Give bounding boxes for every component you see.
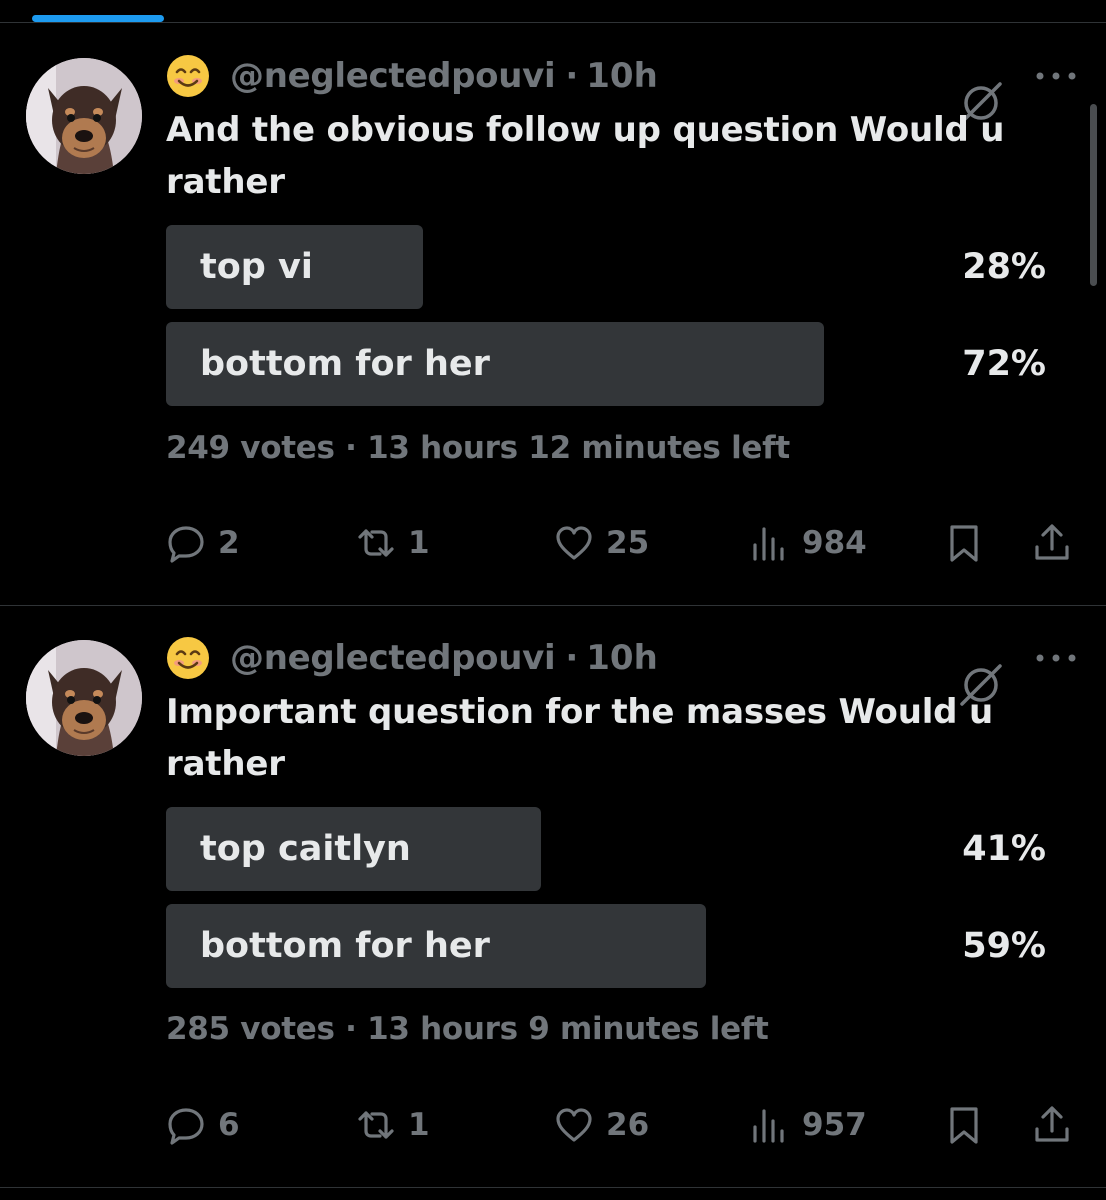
poll-option-percent: 41% — [962, 829, 1046, 869]
like-count: 25 — [606, 525, 650, 561]
smiling-face-emoji — [167, 55, 209, 97]
reply-count: 2 — [218, 525, 240, 561]
retweet-count: 1 — [408, 1107, 430, 1143]
reply-count: 6 — [218, 1107, 240, 1143]
like-icon — [556, 526, 592, 560]
header-divider — [0, 22, 1106, 23]
timestamp[interactable]: 10h — [586, 56, 658, 96]
poll-option[interactable]: bottom for her 72% — [166, 322, 1046, 406]
tweet[interactable]: @neglectedpouvi · 10h Important question… — [0, 606, 1106, 1188]
like-count: 26 — [606, 1107, 650, 1143]
bookmark-button[interactable] — [944, 1103, 984, 1147]
poll-option-percent: 72% — [962, 344, 1046, 384]
poll-option-label: top vi — [200, 247, 313, 287]
views-button[interactable]: 984 — [750, 521, 867, 565]
poll-option-label: top caitlyn — [200, 829, 411, 869]
bookmark-button[interactable] — [944, 521, 984, 565]
share-icon — [1035, 524, 1069, 560]
share-icon — [1035, 1106, 1069, 1142]
retweet-icon — [358, 1111, 394, 1139]
username-handle[interactable]: @neglectedpouvi — [230, 638, 556, 678]
tweet-divider — [0, 1187, 1106, 1188]
views-icon — [753, 527, 784, 561]
retweet-button[interactable]: 1 — [356, 1103, 430, 1147]
poll-option-percent: 59% — [962, 926, 1046, 966]
poll-time-left: 13 hours 9 minutes left — [367, 1011, 769, 1047]
reply-button[interactable]: 2 — [166, 521, 240, 565]
username-handle[interactable]: @neglectedpouvi — [230, 56, 556, 96]
poll-meta: 285 votes · 13 hours 9 minutes left — [166, 1011, 769, 1047]
separator-dot: · — [565, 56, 579, 96]
separator-dot: · — [565, 638, 579, 678]
share-button[interactable] — [1032, 1103, 1072, 1147]
retweet-icon — [358, 529, 394, 557]
poll-meta: 249 votes · 13 hours 12 minutes left — [166, 430, 790, 466]
tweet-text: Important question for the masses Would … — [166, 692, 993, 784]
tweet[interactable]: @neglectedpouvi · 10h And the obvious fo… — [0, 24, 1106, 606]
retweet-button[interactable]: 1 — [356, 521, 430, 565]
like-button[interactable]: 25 — [554, 521, 649, 565]
reply-icon — [168, 1108, 204, 1145]
poll-option-label: bottom for her — [200, 926, 490, 966]
views-button[interactable]: 957 — [750, 1103, 867, 1147]
poll-option[interactable]: bottom for her 59% — [166, 904, 1046, 988]
tweet-header: @neglectedpouvi · 10h — [166, 52, 658, 100]
views-icon — [753, 1109, 784, 1143]
tweet-header: @neglectedpouvi · 10h — [166, 634, 658, 682]
views-count: 984 — [802, 525, 867, 561]
poll-vote-count: 285 votes — [166, 1011, 335, 1047]
separator-dot: · — [345, 1011, 357, 1047]
avatar[interactable] — [26, 640, 142, 756]
reply-icon — [168, 526, 204, 563]
share-button[interactable] — [1032, 521, 1072, 565]
bookmark-icon — [950, 1107, 978, 1144]
views-count: 957 — [802, 1107, 867, 1143]
like-button[interactable]: 26 — [554, 1103, 649, 1147]
tweet-text: And the obvious follow up question Would… — [166, 110, 1005, 202]
poll-option-label: bottom for her — [200, 344, 490, 384]
bookmark-icon — [950, 525, 978, 562]
poll-vote-count: 249 votes — [166, 430, 335, 466]
avatar[interactable] — [26, 58, 142, 174]
poll-option[interactable]: top vi 28% — [166, 225, 1046, 309]
smiling-face-emoji — [167, 637, 209, 679]
retweet-count: 1 — [408, 525, 430, 561]
active-tab-indicator — [32, 15, 164, 22]
poll-option-percent: 28% — [962, 247, 1046, 287]
poll-option[interactable]: top caitlyn 41% — [166, 807, 1046, 891]
like-icon — [556, 1108, 592, 1142]
more-icon[interactable] — [1034, 650, 1078, 666]
poll-time-left: 13 hours 12 minutes left — [367, 430, 790, 466]
more-icon[interactable] — [1034, 68, 1078, 84]
reply-button[interactable]: 6 — [166, 1103, 240, 1147]
timestamp[interactable]: 10h — [586, 638, 658, 678]
separator-dot: · — [345, 430, 357, 466]
